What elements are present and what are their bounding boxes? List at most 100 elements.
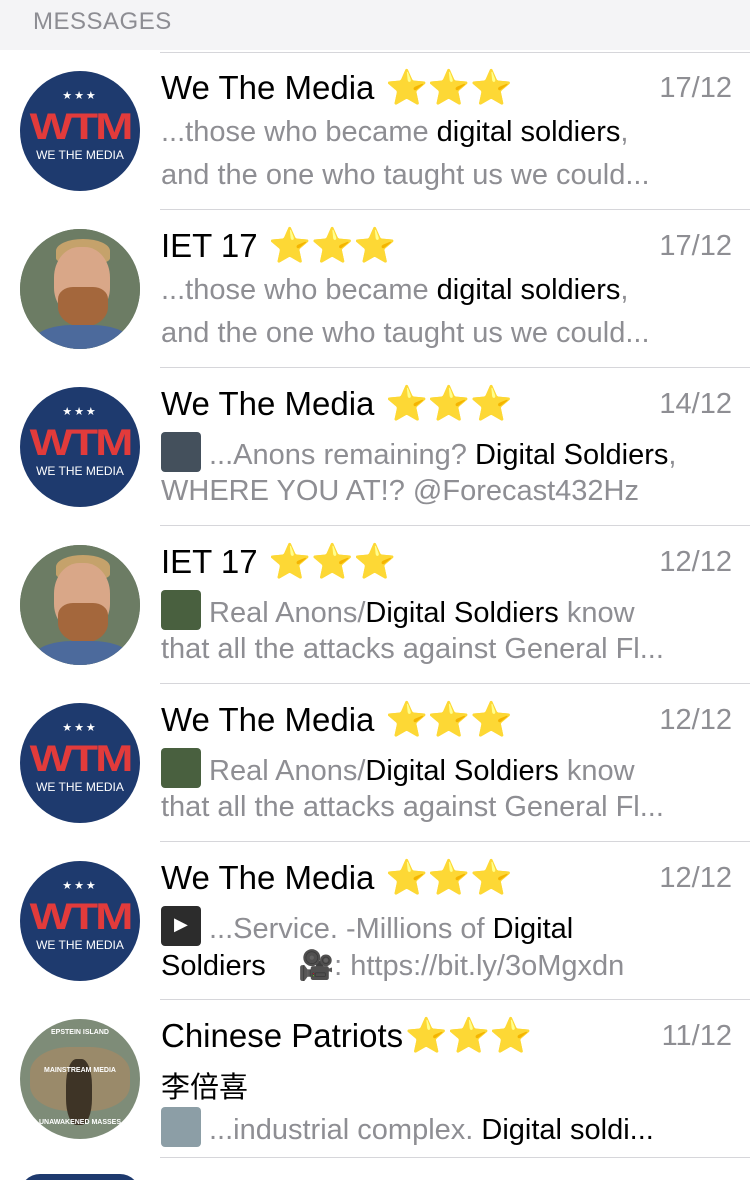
chat-name: Chinese Patriots [161, 1017, 404, 1054]
avatar-logo: WTM [29, 421, 134, 463]
avatar-logo: WTM [29, 105, 134, 147]
avatar-label: UNAWAKENED MASSES [38, 1119, 122, 1126]
stars-icon: ⭐⭐⭐ [385, 385, 513, 424]
avatar-subtitle: WE THE MEDIA [36, 148, 124, 162]
message-preview-line1: ...those who became digital soldiers, [161, 274, 731, 307]
message-preview-line1: ...Anons remaining? Digital Soldiers, [161, 432, 731, 472]
stars-icon: ⭐⭐⭐ [385, 701, 513, 740]
chat-title: IET 17 ⭐⭐⭐ [161, 542, 396, 582]
preview-text: ...those who became [161, 274, 437, 306]
avatar: ★★★ WTM WE THE MEDIA [20, 703, 140, 823]
preview-highlight: digital soldiers [436, 116, 621, 148]
preview-text: know [558, 597, 635, 629]
preview-text: , [620, 274, 629, 306]
message-date: 17/12 [659, 72, 732, 104]
chat-name: IET 17 [161, 227, 258, 264]
preview-highlight: digital soldiers [436, 274, 621, 306]
chat-title: We The Media ⭐⭐⭐ [161, 700, 513, 740]
list-item[interactable]: IET 17 ⭐⭐⭐ 17/12 ...those who became dig… [0, 210, 750, 368]
video-thumbnail [161, 906, 201, 946]
chat-name: IET 17 [161, 543, 258, 580]
message-sender: 李倍喜 [161, 1064, 731, 1106]
chat-title: Chinese Patriots⭐⭐⭐ [161, 1016, 533, 1056]
message-preview-line1: ...those who became digital soldiers, [161, 116, 731, 149]
avatar-logo: WTM [29, 737, 134, 779]
list-item[interactable]: ★★★ WTM WE THE MEDIA We The Media ⭐⭐⭐ 17… [0, 52, 750, 210]
avatar: EPSTEIN ISLAND MAINSTREAM MEDIA UNAWAKEN… [20, 1019, 140, 1139]
message-preview-line2: and the one who taught us we could... [161, 317, 650, 349]
preview-text: Real Anons/ [209, 597, 366, 629]
message-preview-line2: that all the attacks against General Fl.… [161, 791, 664, 823]
sender-name: 李倍喜 [161, 1072, 249, 1104]
preview-text: Real Anons/ [209, 755, 366, 787]
avatar [20, 545, 140, 665]
list-item[interactable]: ★★★ WTM WE THE MEDIA We The Media ⭐⭐⭐ 12… [0, 842, 750, 1000]
preview-text: ...those who became [161, 116, 437, 148]
stars-icon: ⭐⭐⭐ [385, 859, 513, 898]
preview-highlight: Digital Soldiers [474, 439, 669, 471]
message-date: 12/12 [659, 704, 732, 736]
avatar: ★★★ WTM WE THE MEDIA [20, 71, 140, 191]
media-thumbnail [161, 432, 201, 472]
message-date: 17/12 [659, 230, 732, 262]
next-list-item-peek [0, 1166, 750, 1180]
avatar-logo: WTM [29, 895, 134, 937]
chat-name: We The Media [161, 69, 375, 106]
message-preview-line2: that all the attacks against General Fl.… [161, 633, 664, 665]
media-thumbnail [161, 748, 201, 788]
preview-highlight: Digital Soldiers [365, 755, 559, 787]
chat-name: We The Media [161, 859, 375, 896]
chat-title: We The Media ⭐⭐⭐ [161, 68, 513, 108]
message-preview-line2: ...industrial complex. Digital soldi... [161, 1107, 731, 1147]
avatar-subtitle: WE THE MEDIA [36, 780, 124, 794]
message-preview-line1: Real Anons/Digital Soldiers know [161, 748, 731, 788]
message-preview-line1: ...Service. -Millions of Digital [161, 906, 731, 946]
message-preview-line1: Real Anons/Digital Soldiers know [161, 590, 731, 630]
preview-text: ...industrial complex. [209, 1114, 482, 1146]
section-header: MESSAGES [0, 0, 750, 50]
avatar-stars: ★★★ [62, 880, 98, 892]
avatar-subtitle: WE THE MEDIA [36, 938, 124, 952]
media-thumbnail [161, 1107, 201, 1147]
avatar: ★★★ WTM WE THE MEDIA [20, 861, 140, 981]
avatar-stars: ★★★ [62, 406, 98, 418]
stars-icon: ⭐⭐⭐ [405, 1017, 533, 1056]
preview-highlight: Digital soldi... [481, 1114, 654, 1146]
preview-text: know [558, 755, 635, 787]
message-preview-line2: Soldiers 🎥: https://bit.ly/3oMgxdn [161, 949, 731, 983]
message-date: 12/12 [659, 862, 732, 894]
preview-highlight: Digital [492, 913, 574, 945]
preview-highlight: Soldiers [161, 950, 266, 982]
chat-name: We The Media [161, 701, 375, 738]
message-date: 14/12 [659, 388, 732, 420]
avatar: ★★★ WTM WE THE MEDIA [20, 387, 140, 507]
chat-title: We The Media ⭐⭐⭐ [161, 384, 513, 424]
message-preview-line2: and the one who taught us we could... [161, 159, 650, 191]
media-thumbnail [161, 590, 201, 630]
avatar [20, 229, 140, 349]
avatar-subtitle: WE THE MEDIA [36, 464, 124, 478]
list-item[interactable]: IET 17 ⭐⭐⭐ 12/12 Real Anons/Digital Sold… [0, 526, 750, 684]
avatar-stars: ★★★ [62, 722, 98, 734]
preview-text: : https://bit.ly/3oMgxdn [334, 950, 625, 982]
stars-icon: ⭐⭐⭐ [385, 69, 513, 108]
preview-text: ...Anons remaining? [209, 439, 475, 471]
message-list: ★★★ WTM WE THE MEDIA We The Media ⭐⭐⭐ 17… [0, 52, 750, 1158]
stars-icon: ⭐⭐⭐ [268, 543, 396, 582]
chat-title: IET 17 ⭐⭐⭐ [161, 226, 396, 266]
avatar-stars: ★★★ [62, 90, 98, 102]
preview-text: , [668, 439, 677, 471]
preview-text: , [620, 116, 629, 148]
preview-text: ...Service. -Millions of [209, 913, 493, 945]
stars-icon: ⭐⭐⭐ [268, 227, 396, 266]
message-date: 11/12 [661, 1020, 732, 1052]
avatar-label: MAINSTREAM MEDIA [44, 1067, 116, 1074]
message-preview-line2: WHERE YOU AT!? @Forecast432Hz [161, 475, 640, 507]
avatar-label: EPSTEIN ISLAND [51, 1029, 109, 1036]
chat-title: We The Media ⭐⭐⭐ [161, 858, 513, 898]
video-camera-icon: 🎥 [298, 950, 335, 982]
message-date: 12/12 [659, 546, 732, 578]
list-item[interactable]: ★★★ WTM WE THE MEDIA We The Media ⭐⭐⭐ 12… [0, 684, 750, 842]
list-item[interactable]: ★★★ WTM WE THE MEDIA We The Media ⭐⭐⭐ 14… [0, 368, 750, 526]
list-item[interactable]: EPSTEIN ISLAND MAINSTREAM MEDIA UNAWAKEN… [0, 1000, 750, 1158]
